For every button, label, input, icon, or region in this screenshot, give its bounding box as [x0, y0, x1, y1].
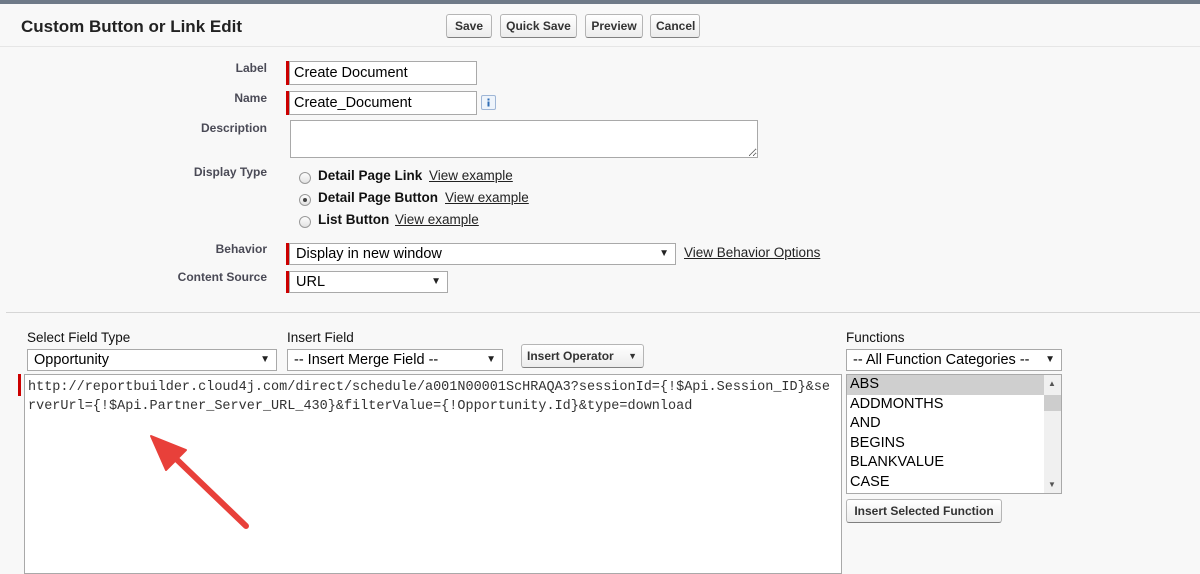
behavior-caption: Behavior	[215, 242, 267, 256]
behavior-select[interactable]: Display in new window ▼	[289, 243, 676, 265]
page-header: Custom Button or Link Edit Save Quick Sa…	[0, 4, 1200, 47]
description-input[interactable]	[290, 120, 758, 158]
chevron-down-icon: ▼	[1045, 354, 1055, 365]
function-category-value: -- All Function Categories --	[853, 352, 1030, 368]
functions-caption: Functions	[846, 330, 905, 345]
functions-scrollbar[interactable]: ▲ ▼	[1044, 375, 1061, 493]
save-button[interactable]: Save	[446, 14, 492, 38]
content-source-value: URL	[296, 274, 326, 290]
insert-operator-button[interactable]: Insert Operator ▼	[521, 344, 644, 368]
option-label: Detail Page Link	[318, 168, 423, 183]
view-example-link[interactable]: View example	[445, 190, 529, 205]
insert-field-caption: Insert Field	[287, 330, 354, 345]
select-field-type-caption: Select Field Type	[27, 330, 131, 345]
scroll-up-icon[interactable]: ▲	[1048, 379, 1056, 388]
chevron-down-icon: ▼	[260, 354, 270, 365]
name-input[interactable]	[289, 91, 477, 115]
option-label: Detail Page Button	[318, 190, 439, 205]
insert-field-value: -- Insert Merge Field --	[294, 352, 439, 368]
radio-detail-page-link[interactable]	[299, 172, 311, 184]
insert-field-select[interactable]: -- Insert Merge Field -- ▼	[287, 349, 503, 371]
radio-detail-page-button[interactable]	[299, 194, 311, 206]
function-item[interactable]: ADDMONTHS	[847, 395, 1044, 415]
chevron-down-icon: ▼	[431, 276, 441, 287]
function-item[interactable]: CASE	[847, 473, 1044, 493]
radio-list-button[interactable]	[299, 216, 311, 228]
view-behavior-options-link[interactable]: View Behavior Options	[684, 245, 820, 260]
insert-selected-function-button[interactable]: Insert Selected Function	[846, 499, 1002, 523]
function-item[interactable]: ABS	[847, 375, 1044, 395]
field-type-select[interactable]: Opportunity ▼	[27, 349, 277, 371]
behavior-value: Display in new window	[296, 246, 442, 262]
chevron-down-icon: ▼	[659, 248, 669, 259]
name-caption: Name	[234, 91, 267, 105]
scrollbar-thumb[interactable]	[1044, 395, 1061, 411]
page-title: Custom Button or Link Edit	[21, 17, 242, 36]
content-source-select[interactable]: URL ▼	[289, 271, 448, 293]
functions-listbox[interactable]: ABS ADDMONTHS AND BEGINS BLANKVALUE CASE…	[846, 374, 1062, 494]
content-source-caption: Content Source	[177, 270, 267, 284]
label-caption: Label	[235, 61, 267, 75]
chevron-down-icon: ▼	[486, 354, 496, 365]
view-example-link[interactable]: View example	[395, 212, 479, 227]
display-type-caption: Display Type	[193, 165, 267, 179]
scroll-down-icon[interactable]: ▼	[1048, 480, 1056, 489]
formula-editor[interactable]: http://reportbuilder.cloud4j.com/direct/…	[24, 374, 842, 574]
chevron-down-icon: ▼	[628, 351, 637, 361]
function-category-select[interactable]: -- All Function Categories -- ▼	[846, 349, 1062, 371]
info-icon[interactable]	[481, 95, 496, 110]
function-item[interactable]: AND	[847, 414, 1044, 434]
insert-operator-label: Insert Operator	[527, 349, 614, 363]
field-type-value: Opportunity	[34, 352, 109, 368]
cancel-button[interactable]: Cancel	[650, 14, 700, 38]
view-example-link[interactable]: View example	[429, 168, 513, 183]
label-input[interactable]	[289, 61, 477, 85]
required-marker	[18, 374, 21, 396]
preview-button[interactable]: Preview	[585, 14, 643, 38]
quick-save-button[interactable]: Quick Save	[500, 14, 577, 38]
section-divider	[6, 312, 1200, 313]
function-item[interactable]: BEGINS	[847, 434, 1044, 454]
description-caption: Description	[200, 121, 267, 135]
option-label: List Button	[318, 212, 390, 227]
function-item[interactable]: BLANKVALUE	[847, 453, 1044, 473]
